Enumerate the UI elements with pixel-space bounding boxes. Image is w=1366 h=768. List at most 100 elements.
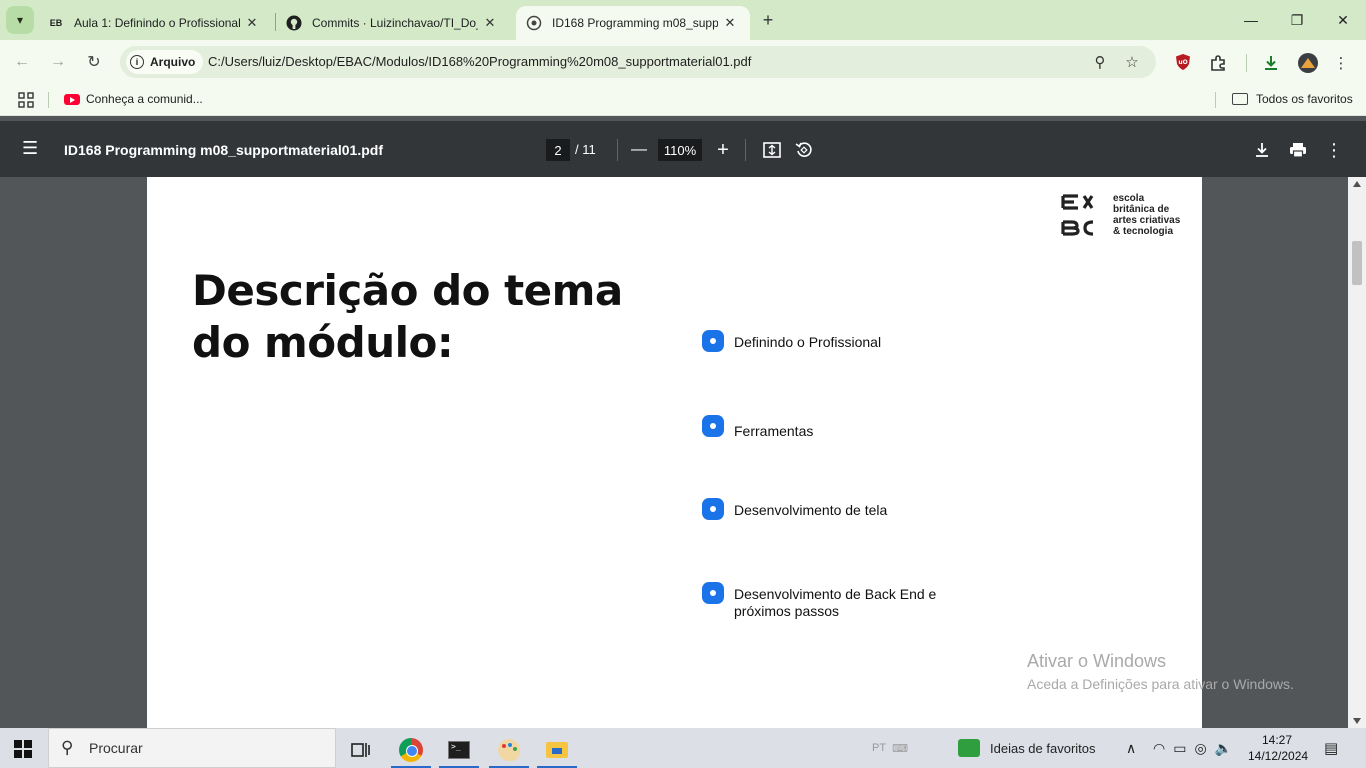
bookmark-divider xyxy=(48,92,49,108)
close-icon[interactable]: ✕ xyxy=(722,15,738,31)
download-button[interactable] xyxy=(1250,138,1274,162)
download-icon xyxy=(1256,143,1268,157)
taskbar-clock[interactable]: 14:27 14/12/2024 xyxy=(1248,732,1308,764)
task-view-icon xyxy=(351,743,370,757)
apps-grid-icon[interactable] xyxy=(18,92,34,108)
fit-page-button[interactable] xyxy=(760,138,784,162)
zoom-level-input[interactable]: 110% xyxy=(658,139,702,161)
page-number-input[interactable]: 2 xyxy=(546,139,570,161)
taskbar-terminal[interactable]: >_ xyxy=(436,732,482,768)
star-icon[interactable]: ☆ xyxy=(1122,52,1142,72)
close-icon[interactable]: ✕ xyxy=(244,15,260,31)
battery-icon: ▭ xyxy=(1173,739,1187,756)
chrome-icon xyxy=(399,738,423,762)
tab-aula[interactable]: EB Aula 1: Definindo o Profissional ✕ xyxy=(38,6,274,40)
pdf-toolbar: ☰ ID168 Programming m08_supportmaterial0… xyxy=(0,121,1366,177)
zoom-icon[interactable]: ⚲ xyxy=(1090,52,1110,72)
folder-icon xyxy=(546,742,568,758)
taskbar-file-explorer[interactable] xyxy=(534,732,580,768)
scrollbar-thumb[interactable] xyxy=(1352,241,1362,285)
rotate-button[interactable] xyxy=(792,138,816,162)
restore-icon: ❐ xyxy=(1290,11,1304,28)
clock-time: 14:27 xyxy=(1261,733,1293,747)
address-bar[interactable]: i Arquivo C:/Users/luiz/Desktop/EBAC/Mod… xyxy=(120,46,1156,78)
github-icon xyxy=(286,15,302,31)
vertical-scrollbar[interactable] xyxy=(1348,177,1366,728)
pdf-viewer[interactable]: escola britânica de artes criativas & te… xyxy=(0,177,1366,728)
close-window-button[interactable]: ✕ xyxy=(1320,0,1366,40)
avatar[interactable] xyxy=(1297,52,1319,74)
zoom-in-button[interactable]: + xyxy=(711,138,735,162)
wifi-icon: ◠ xyxy=(1153,739,1166,756)
new-tab-button[interactable]: + xyxy=(756,10,780,30)
all-favorites-button[interactable]: Todos os favoritos xyxy=(1232,92,1353,106)
tab-title: Aula 1: Definindo o Profissional xyxy=(74,16,240,30)
scroll-up-icon[interactable] xyxy=(1353,181,1361,187)
windows-start-icon[interactable] xyxy=(14,740,32,758)
more-options-button[interactable]: ⋮ xyxy=(1322,138,1346,162)
pdf-filename: ID168 Programming m08_supportmaterial01.… xyxy=(64,142,383,158)
ublock-icon[interactable]: uO xyxy=(1172,51,1194,73)
camera-icon: ◎ xyxy=(1194,739,1207,756)
tab-commits[interactable]: Commits · Luizinchavao/TI_Do_Zero ✕ xyxy=(276,6,512,40)
bookmark-item-comunidade[interactable]: Conheça a comunid... xyxy=(64,92,203,106)
language-label: PT xyxy=(872,742,887,754)
widgets-button[interactable]: Ideias de favoritos xyxy=(958,728,1096,768)
minimize-button[interactable]: — xyxy=(1228,0,1274,40)
url-text[interactable]: C:/Users/luiz/Desktop/EBAC/Modulos/ID168… xyxy=(208,54,751,69)
reload-button[interactable]: ↻ xyxy=(82,50,106,74)
page-total: / 11 xyxy=(575,142,596,157)
back-button[interactable]: ← xyxy=(10,50,34,74)
search-icon: ⚲ xyxy=(61,738,74,757)
minimize-icon: — xyxy=(1244,12,1258,28)
ebac-logo: escola britânica de artes criativas & te… xyxy=(1060,191,1190,239)
tab-title: Commits · Luizinchavao/TI_Do_Zero xyxy=(312,16,478,30)
list-item-text: Desenvolvimento de tela xyxy=(734,502,888,518)
watermark-subtitle: Aceda a Definições para ativar o Windows… xyxy=(1027,676,1294,692)
chevron-down-icon: ▾ xyxy=(16,13,24,27)
site-info-chip[interactable]: i Arquivo xyxy=(126,50,204,74)
menu-icon[interactable]: ☰ xyxy=(22,139,42,159)
tab-pdf[interactable]: ID168 Programming m08_support ✕ xyxy=(516,6,750,40)
task-view-button[interactable] xyxy=(338,732,384,768)
fit-page-icon xyxy=(763,142,781,158)
zoom-out-button[interactable]: — xyxy=(627,138,651,162)
taskbar: ⚲ Procurar >_ PT ⌨ Ideias de favoritos ∧… xyxy=(0,728,1366,768)
taskbar-paint[interactable] xyxy=(486,732,532,768)
ebac-icon: EB xyxy=(49,18,63,28)
download-icon[interactable] xyxy=(1260,52,1282,74)
info-icon: i xyxy=(130,55,144,69)
print-button[interactable] xyxy=(1286,138,1310,162)
language-indicator[interactable]: PT ⌨ xyxy=(872,728,908,768)
plus-icon: + xyxy=(762,9,774,30)
toolbar-divider xyxy=(1246,54,1247,72)
more-vert-icon[interactable]: ⋮ xyxy=(1330,52,1352,74)
close-icon[interactable]: ✕ xyxy=(482,15,498,31)
bullet-icon xyxy=(702,582,724,604)
all-favorites-label: Todos os favoritos xyxy=(1256,92,1353,106)
rotate-icon xyxy=(795,142,812,157)
list-item-text: Ferramentas xyxy=(734,423,814,439)
taskbar-search[interactable]: ⚲ Procurar xyxy=(48,728,336,768)
bullet-icon xyxy=(702,498,724,520)
show-hidden-icons[interactable]: ∧ xyxy=(1126,728,1136,768)
extensions-icon[interactable] xyxy=(1207,52,1229,74)
bookmarks-bar: Conheça a comunid... Todos os favoritos xyxy=(0,84,1366,116)
arrow-left-icon: ← xyxy=(14,53,30,70)
notifications-button[interactable]: ▤ xyxy=(1324,728,1338,768)
heading-line: Descrição do tema xyxy=(192,266,623,315)
list-item: Ferramentas xyxy=(702,415,974,440)
page-heading: Descrição do tema do módulo: xyxy=(192,265,712,369)
scroll-down-icon[interactable] xyxy=(1353,718,1361,724)
bookmark-divider xyxy=(1215,92,1216,108)
tab-strip: ▾ EB Aula 1: Definindo o Profissional ✕ … xyxy=(0,0,1366,40)
heading-line: do módulo: xyxy=(192,318,454,367)
tray-icons[interactable]: ◠ ▭ ◎ 🔈 xyxy=(1153,728,1232,768)
list-item: Desenvolvimento de Back End e próximos p… xyxy=(702,582,954,620)
chevron-up-icon: ∧ xyxy=(1126,739,1137,756)
tab-search-button[interactable]: ▾ xyxy=(6,6,34,34)
forward-button[interactable]: → xyxy=(46,50,70,74)
taskbar-chrome[interactable] xyxy=(388,732,434,768)
restore-button[interactable]: ❐ xyxy=(1274,0,1320,40)
browser-toolbar: ← → ↻ i Arquivo C:/Users/luiz/Desktop/EB… xyxy=(0,40,1366,84)
